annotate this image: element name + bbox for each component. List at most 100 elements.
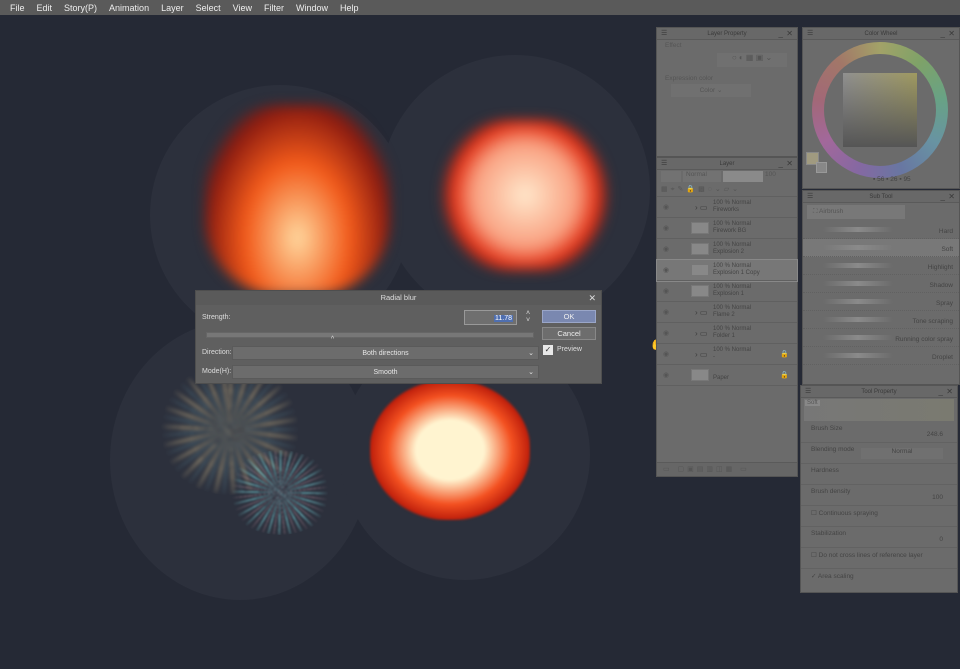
direction-select[interactable]: Both directions ⌄	[232, 346, 539, 360]
blending-select[interactable]: Normal	[861, 448, 943, 459]
density-value[interactable]: 100	[932, 494, 943, 501]
minimize-icon[interactable]: _	[939, 386, 943, 398]
menu-icon[interactable]: ☰	[807, 28, 813, 40]
menu-story[interactable]: Story(P)	[64, 3, 97, 13]
expression-color-value: Color	[699, 87, 716, 94]
group-label: Airbrush	[819, 208, 844, 215]
eye-icon[interactable]: ◉	[663, 203, 669, 211]
layer-thumbnail	[691, 369, 709, 381]
layer-name: Flame 2	[713, 312, 735, 318]
eye-icon[interactable]: ◉	[663, 350, 669, 358]
close-icon[interactable]: ✕	[948, 191, 955, 203]
stabilization-value[interactable]: 0	[939, 536, 943, 543]
minimize-icon[interactable]: _	[779, 28, 783, 40]
menu-icon[interactable]: ☰	[661, 28, 667, 40]
minimize-icon[interactable]: _	[779, 158, 783, 170]
continuous-spraying-row[interactable]: ☐ Continuous spraying	[801, 506, 957, 527]
cancel-button[interactable]: Cancel	[542, 327, 596, 340]
layer-toolbar[interactable]: ▦⌖✎🔒▩◌⌄▱⌄	[657, 183, 797, 197]
sub-tool-item[interactable]: Soft	[803, 239, 959, 257]
menu-view[interactable]: View	[233, 3, 252, 13]
layer-row[interactable]: ◉ 100 % Normal Firework BG	[657, 218, 797, 239]
menu-layer[interactable]: Layer	[161, 3, 184, 13]
continuous-label: Continuous spraying	[818, 510, 878, 517]
blending-mode-row[interactable]: Blending mode Normal	[801, 443, 957, 464]
sub-tool-item[interactable]: Tone scraping	[803, 311, 959, 329]
blend-mode-select[interactable]: Normal	[683, 171, 721, 182]
preset-label: Soft	[805, 400, 820, 406]
dialog-title: Radial blur	[380, 293, 417, 302]
layer-mode: 100 % Normal	[713, 221, 752, 227]
layer-color-button[interactable]	[661, 171, 681, 182]
preview-checkbox[interactable]: ✓	[543, 345, 553, 355]
layer-row[interactable]: ◉ 100 % Normal Explosion 1	[657, 281, 797, 302]
eye-icon[interactable]: ◉	[663, 266, 669, 274]
brush-density-row[interactable]: Brush density 100	[801, 485, 957, 506]
strength-slider[interactable]	[206, 332, 534, 338]
stabilization-row[interactable]: Stabilization 0	[801, 527, 957, 548]
eye-icon[interactable]: ◉	[663, 308, 669, 316]
opacity-slider[interactable]	[723, 171, 763, 182]
sub-tool-item[interactable]: Droplet	[803, 347, 959, 365]
brush-size-value[interactable]: 248.6	[927, 431, 943, 438]
sub-tool-item[interactable]: Hard	[803, 221, 959, 239]
area-scaling-label: Area scaling	[817, 573, 854, 580]
strength-input[interactable]: 11.78	[464, 310, 517, 325]
sub-tool-group-tab[interactable]: ⛶ Airbrush	[807, 205, 905, 219]
sub-tool-item[interactable]: Running color spray	[803, 329, 959, 347]
sub-tool-label: Soft	[941, 246, 953, 253]
close-icon[interactable]: ✕	[786, 158, 793, 170]
layer-row[interactable]: ◉ Paper 🔒	[657, 365, 797, 386]
menu-animation[interactable]: Animation	[109, 3, 149, 13]
menu-file[interactable]: File	[10, 3, 25, 13]
close-icon[interactable]: ✕	[786, 28, 793, 40]
sub-tool-item[interactable]: Shadow	[803, 275, 959, 293]
slider-thumb[interactable]: ^	[331, 336, 334, 343]
layer-row[interactable]: ◉ › ▭ 100 % Normal - 🔒	[657, 344, 797, 365]
sub-color-swatch[interactable]	[816, 162, 827, 173]
lock-icon[interactable]: 🔒	[780, 371, 789, 379]
close-icon[interactable]: ✕	[946, 386, 953, 398]
menu-icon[interactable]: ☰	[807, 191, 813, 203]
menu-edit[interactable]: Edit	[37, 3, 53, 13]
layer-row[interactable]: ◉ › ▭ 100 % Normal Fireworks	[657, 197, 797, 218]
menu-icon[interactable]: ☰	[805, 386, 811, 398]
menu-help[interactable]: Help	[340, 3, 359, 13]
expression-color-select[interactable]: Color ⌄	[671, 84, 751, 97]
eye-icon[interactable]: ◉	[663, 287, 669, 295]
minimize-icon[interactable]: _	[941, 28, 945, 40]
brush-size-row[interactable]: Brush Size 248.6	[801, 422, 957, 443]
menu-select[interactable]: Select	[196, 3, 221, 13]
mode-select[interactable]: Smooth ⌄	[232, 365, 539, 379]
panel-title: Layer Property	[707, 31, 747, 37]
saturation-value-square[interactable]	[843, 73, 917, 147]
layer-row[interactable]: ◉ › ▭ 100 % Normal Flame 2	[657, 302, 797, 323]
eye-icon[interactable]: ◉	[663, 245, 669, 253]
menu-icon[interactable]: ☰	[661, 158, 667, 170]
layer-row[interactable]: ◉ 100 % Normal Explosion 2	[657, 239, 797, 260]
sub-tool-item[interactable]: Spray	[803, 293, 959, 311]
layer-name: Explosion 1	[713, 291, 745, 297]
minimize-icon[interactable]: _	[941, 191, 945, 203]
layer-row[interactable]: ◉ › ▭ 100 % Normal Folder 1	[657, 323, 797, 344]
area-scaling-row[interactable]: ✓ Area scaling	[801, 569, 957, 590]
close-icon[interactable]: ✕	[948, 28, 955, 40]
layer-row[interactable]: ◉ 100 % Normal Explosion 1 Copy	[656, 259, 798, 282]
ok-button[interactable]: OK	[542, 310, 596, 323]
strength-spinner[interactable]: ˄ ˅	[526, 310, 530, 324]
close-icon[interactable]: ✕	[588, 291, 596, 305]
eye-icon[interactable]: ◉	[663, 329, 669, 337]
hardness-row[interactable]: Hardness	[801, 464, 957, 485]
menu-filter[interactable]: Filter	[264, 3, 284, 13]
eye-icon[interactable]: ◉	[663, 371, 669, 379]
layer-bottom-toolbar[interactable]: ▭ ▢▣▤▥◫▦ ▭	[657, 462, 797, 476]
sub-tool-item[interactable]: Highlight	[803, 257, 959, 275]
dialog-titlebar[interactable]: Radial blur ✕	[196, 291, 601, 305]
brush-preview: Soft	[804, 399, 954, 421]
eye-icon[interactable]: ◉	[663, 224, 669, 232]
lock-icon[interactable]: 🔒	[780, 350, 789, 358]
opacity-value[interactable]: 100	[765, 171, 776, 182]
effect-buttons[interactable]: ○ ◐ ▦ ▣ ⌄	[717, 53, 787, 67]
no-cross-row[interactable]: ☐ Do not cross lines of reference layer	[801, 548, 957, 569]
menu-window[interactable]: Window	[296, 3, 328, 13]
